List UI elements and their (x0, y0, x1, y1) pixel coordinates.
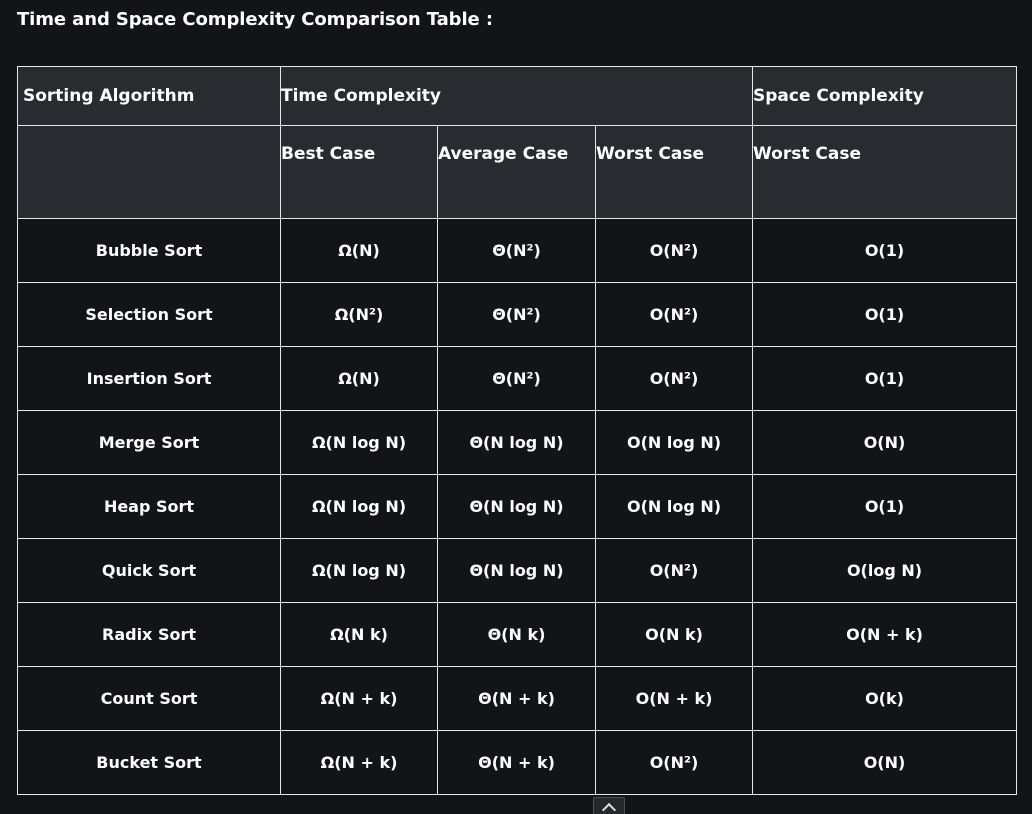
page: Time and Space Complexity Comparison Tab… (0, 0, 1032, 814)
cell-algorithm: Count Sort (17, 666, 281, 731)
cell-best-case: Ω(N²) (280, 282, 438, 347)
cell-best-case: Ω(N k) (280, 602, 438, 667)
cell-best-case: Ω(N) (280, 346, 438, 411)
cell-algorithm: Selection Sort (17, 282, 281, 347)
cell-space-worst-case: O(k) (752, 666, 1018, 731)
header-row-primary: Sorting Algorithm Time Complexity Space … (17, 66, 1018, 126)
cell-average-case: Θ(N + k) (437, 730, 596, 795)
table-row: Insertion Sort Ω(N) Θ(N²) O(N²) O(1) (17, 346, 1018, 411)
cell-average-case: Θ(N + k) (437, 666, 596, 731)
cell-best-case: Ω(N + k) (280, 666, 438, 731)
cell-worst-case: O(N²) (594, 730, 754, 795)
cell-worst-case: O(N + k) (594, 666, 754, 731)
column-header-time-complexity: Time Complexity (279, 66, 754, 126)
column-subheader-worst-case: Worst Case (594, 125, 754, 219)
column-header-algorithm: Sorting Algorithm (17, 66, 281, 126)
cell-worst-case: O(N²) (594, 538, 754, 603)
scroll-to-top-button[interactable] (593, 797, 625, 814)
cell-worst-case: O(N²) (594, 218, 754, 283)
column-subheader-average-case: Average Case (437, 125, 596, 219)
cell-average-case: Θ(N log N) (437, 538, 596, 603)
table-row: Bucket Sort Ω(N + k) Θ(N + k) O(N²) O(N) (17, 730, 1018, 795)
cell-space-worst-case: O(1) (752, 474, 1018, 539)
chevron-up-icon (601, 802, 617, 814)
cell-algorithm: Merge Sort (17, 410, 281, 475)
cell-average-case: Θ(N log N) (437, 410, 596, 475)
cell-algorithm: Bubble Sort (17, 218, 281, 283)
cell-worst-case: O(N²) (594, 346, 754, 411)
cell-worst-case: O(N k) (594, 602, 754, 667)
cell-space-worst-case: O(1) (752, 282, 1018, 347)
table-row: Selection Sort Ω(N²) Θ(N²) O(N²) O(1) (17, 282, 1018, 347)
column-header-space-complexity: Space Complexity (752, 66, 1018, 126)
cell-algorithm: Heap Sort (17, 474, 281, 539)
table-row: Count Sort Ω(N + k) Θ(N + k) O(N + k) O(… (17, 666, 1018, 731)
cell-worst-case: O(N log N) (594, 410, 754, 475)
table-row: Quick Sort Ω(N log N) Θ(N log N) O(N²) O… (17, 538, 1018, 603)
page-title: Time and Space Complexity Comparison Tab… (17, 9, 493, 30)
table-row: Merge Sort Ω(N log N) Θ(N log N) O(N log… (17, 410, 1018, 475)
cell-best-case: Ω(N log N) (280, 410, 438, 475)
cell-best-case: Ω(N + k) (280, 730, 438, 795)
cell-best-case: Ω(N log N) (280, 474, 438, 539)
cell-algorithm: Quick Sort (17, 538, 281, 603)
cell-best-case: Ω(N) (280, 218, 438, 283)
cell-algorithm: Bucket Sort (17, 730, 281, 795)
cell-space-worst-case: O(N + k) (752, 602, 1018, 667)
column-subheader-space-worst-case: Worst Case (752, 125, 1018, 219)
cell-algorithm: Insertion Sort (17, 346, 281, 411)
cell-space-worst-case: O(1) (752, 218, 1018, 283)
cell-average-case: Θ(N²) (437, 218, 596, 283)
cell-worst-case: O(N²) (594, 282, 754, 347)
column-subheader-empty (17, 125, 281, 219)
cell-space-worst-case: O(log N) (752, 538, 1018, 603)
table-row: Radix Sort Ω(N k) Θ(N k) O(N k) O(N + k) (17, 602, 1018, 667)
cell-space-worst-case: O(N) (752, 730, 1018, 795)
cell-space-worst-case: O(N) (752, 410, 1018, 475)
column-subheader-best-case: Best Case (280, 125, 438, 219)
cell-best-case: Ω(N log N) (280, 538, 438, 603)
cell-average-case: Θ(N²) (437, 282, 596, 347)
header-row-secondary: Best Case Average Case Worst Case Worst … (17, 125, 1018, 219)
complexity-table: Sorting Algorithm Time Complexity Space … (17, 66, 1018, 795)
table-row: Heap Sort Ω(N log N) Θ(N log N) O(N log … (17, 474, 1018, 539)
cell-space-worst-case: O(1) (752, 346, 1018, 411)
cell-average-case: Θ(N log N) (437, 474, 596, 539)
table-row: Bubble Sort Ω(N) Θ(N²) O(N²) O(1) (17, 218, 1018, 283)
cell-average-case: Θ(N k) (437, 602, 596, 667)
cell-algorithm: Radix Sort (17, 602, 281, 667)
cell-worst-case: O(N log N) (594, 474, 754, 539)
cell-average-case: Θ(N²) (437, 346, 596, 411)
